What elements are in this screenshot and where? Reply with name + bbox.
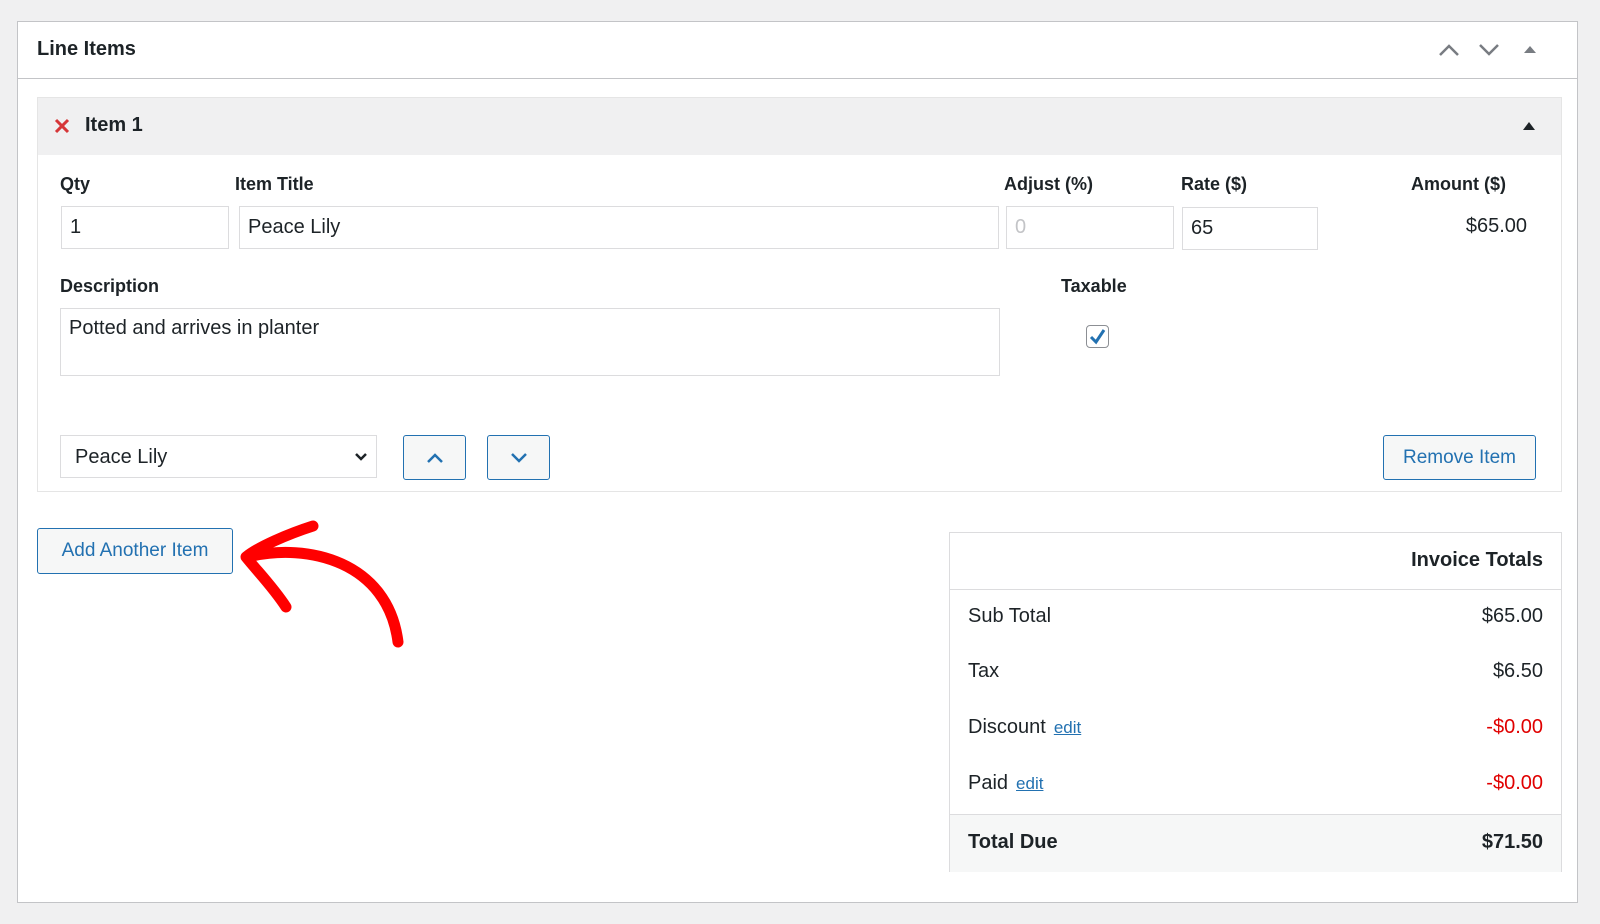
chevron-down-icon (355, 453, 367, 461)
tax-label: Tax (968, 660, 1000, 682)
move-down-icon[interactable] (1477, 40, 1501, 60)
edit-discount-link[interactable]: edit (1054, 718, 1081, 737)
qty-label: Qty (60, 174, 91, 194)
toggle-item-icon[interactable] (1521, 118, 1537, 139)
rate-label: Rate ($) (1181, 174, 1248, 194)
amount-value: $65.00 (1465, 215, 1527, 237)
qty-input[interactable]: 1 (61, 206, 229, 249)
rate-input[interactable]: 65 (1182, 207, 1318, 250)
discount-value: -$0.00 (1486, 716, 1543, 738)
delete-item-icon[interactable] (52, 116, 72, 136)
remove-item-button[interactable]: Remove Item (1383, 435, 1536, 480)
totals-row-total-due: Total Due $71.50 (950, 814, 1561, 872)
item-title-label: Item Title (235, 174, 314, 194)
line-items-panel: Line Items Item 1 Qty Item Title Adjust … (17, 21, 1578, 903)
subtotal-label: Sub Total (968, 605, 1052, 627)
totals-row-discount: Discount edit -$0.00 (950, 700, 1561, 756)
product-select[interactable]: Peace Lily (60, 435, 377, 478)
edit-paid-link[interactable]: edit (1016, 774, 1043, 793)
checkmark-icon (1089, 329, 1106, 345)
line-item: Item 1 Qty Item Title Adjust (%) Rate ($… (37, 97, 1562, 492)
totals-row-tax: Tax $6.50 (950, 644, 1561, 700)
subtotal-value: $65.00 (1481, 605, 1543, 627)
amount-label: Amount ($) (1411, 174, 1506, 194)
description-label: Description (60, 276, 160, 296)
adjust-input[interactable]: 0 (1006, 206, 1174, 249)
paid-value: -$0.00 (1486, 772, 1543, 794)
taxable-label: Taxable (1061, 276, 1127, 296)
invoice-totals: Invoice Totals Sub Total $65.00 Tax $6.5… (949, 532, 1562, 872)
paid-label: Paid (968, 772, 1009, 794)
totals-row-paid: Paid edit -$0.00 (950, 756, 1561, 812)
line-item-header[interactable]: Item 1 (38, 98, 1561, 155)
discount-label: Discount (968, 716, 1046, 738)
totals-row-subtotal: Sub Total $65.00 (950, 589, 1561, 645)
product-select-value: Peace Lily (75, 446, 168, 468)
move-item-up-button[interactable] (403, 435, 466, 480)
chevron-up-icon (426, 452, 443, 463)
collapse-icon[interactable] (1518, 40, 1542, 60)
description-textarea[interactable]: Potted and arrives in planter (60, 308, 1000, 376)
tax-value: $6.50 (1492, 660, 1543, 682)
annotation-arrow (240, 520, 404, 648)
chevron-down-icon (510, 452, 527, 463)
move-item-down-button[interactable] (487, 435, 550, 480)
line-item-title: Item 1 (85, 114, 143, 136)
move-up-icon[interactable] (1437, 40, 1461, 60)
add-another-item-button[interactable]: Add Another Item (37, 528, 233, 574)
panel-header: Line Items (18, 22, 1577, 79)
totals-header: Invoice Totals (950, 533, 1561, 590)
panel-title: Line Items (37, 38, 136, 60)
total-due-label: Total Due (968, 831, 1058, 853)
adjust-label: Adjust (%) (1004, 174, 1093, 194)
item-title-input[interactable]: Peace Lily (239, 206, 999, 249)
total-due-value: $71.50 (1481, 831, 1543, 853)
taxable-checkbox[interactable] (1086, 325, 1109, 348)
totals-title: Invoice Totals (1411, 549, 1543, 571)
